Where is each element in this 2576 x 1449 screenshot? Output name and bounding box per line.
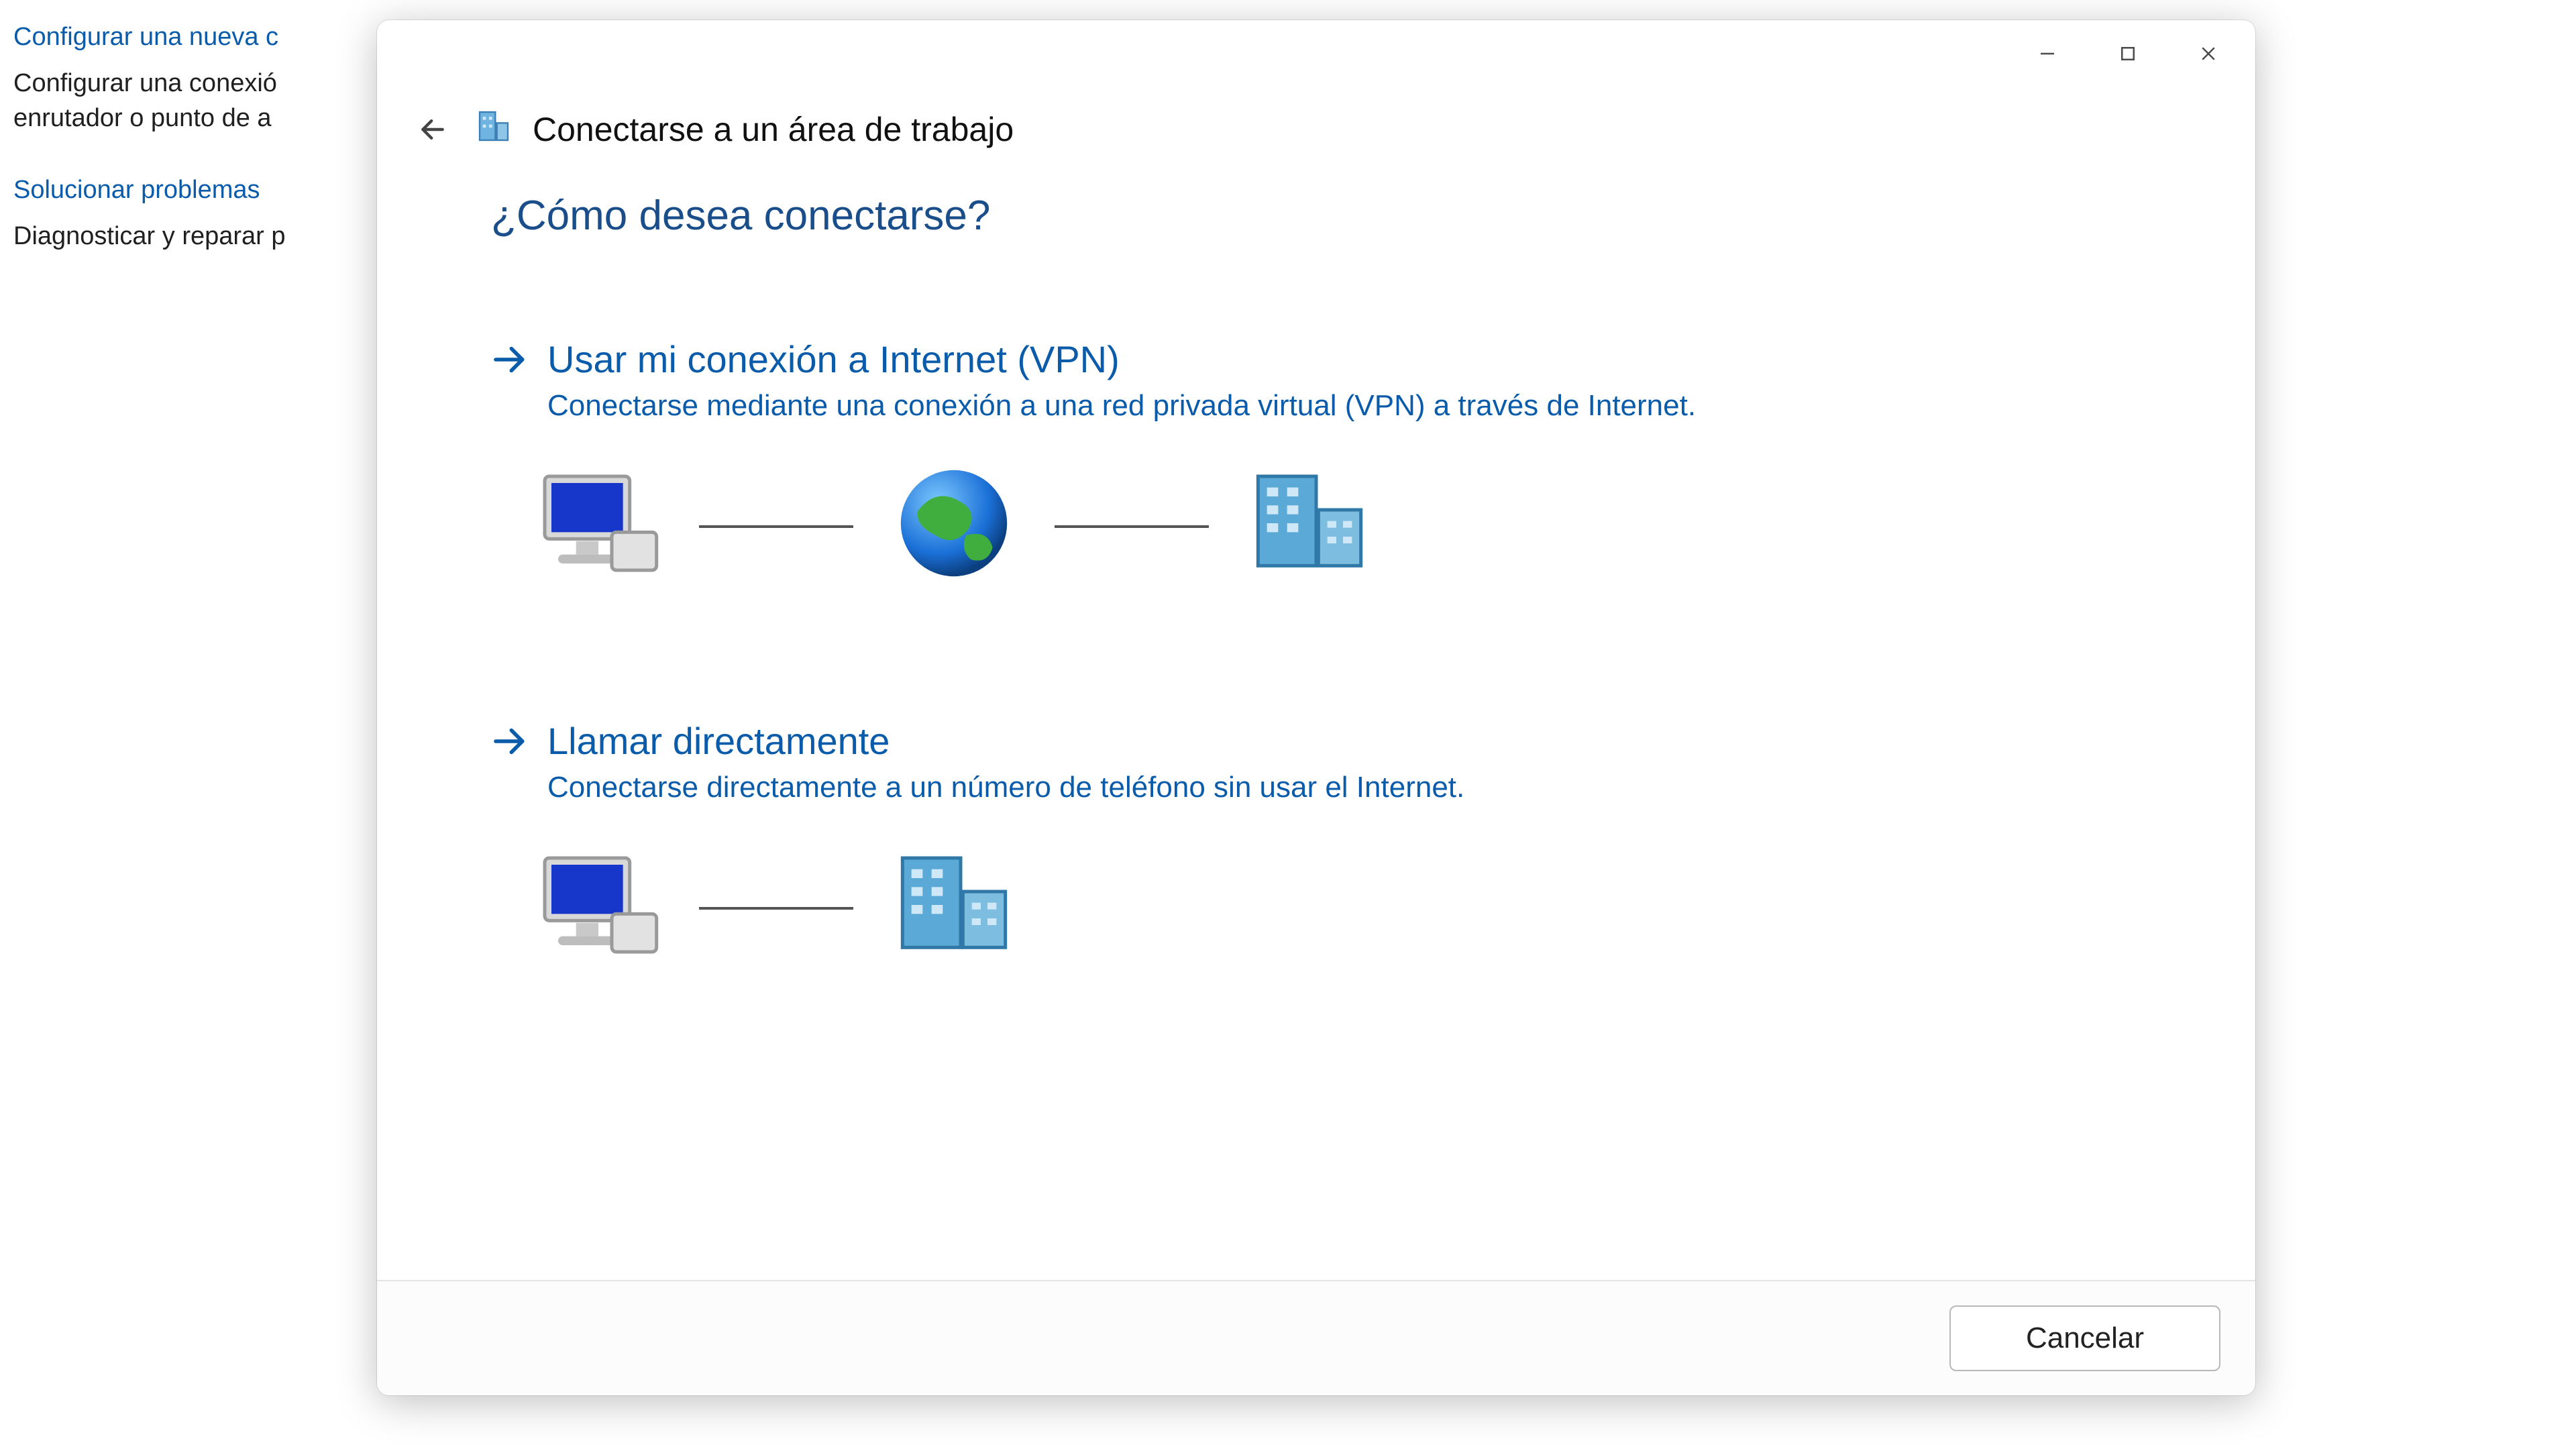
option-vpn[interactable]: Usar mi conexión a Internet (VPN) Conect… <box>491 333 2141 688</box>
option-vpn-desc: Conectarse mediante una conexión a una r… <box>491 389 2141 423</box>
arrow-right-icon <box>491 722 529 760</box>
cancel-button[interactable]: Cancelar <box>1949 1305 2220 1371</box>
dialog-footer: Cancelar <box>377 1280 2255 1395</box>
workplace-icon <box>475 107 513 152</box>
titlebar <box>377 20 2255 87</box>
arrow-right-icon <box>491 341 529 378</box>
connector-line <box>1055 525 1209 528</box>
wizard-dialog: Conectarse a un área de trabajo ¿Cómo de… <box>377 20 2255 1395</box>
minimize-button[interactable] <box>2007 27 2088 80</box>
connector-line <box>699 525 853 528</box>
close-button[interactable] <box>2168 27 2249 80</box>
dialog-question: ¿Cómo desea conectarse? <box>491 192 2141 239</box>
dial-diagram <box>491 804 2141 1066</box>
option-dial[interactable]: Llamar directamente Conectarse directame… <box>491 715 2141 1070</box>
option-dial-title: Llamar directamente <box>547 719 890 763</box>
maximize-button[interactable] <box>2088 27 2168 80</box>
option-dial-desc: Conectarse directamente a un número de t… <box>491 771 2141 804</box>
computer-icon <box>531 463 665 590</box>
dialog-header: Conectarse a un área de trabajo <box>377 87 2255 192</box>
back-button[interactable] <box>411 107 455 152</box>
connector-line <box>699 907 853 910</box>
dialog-content: ¿Cómo desea conectarse? Usar mi conexión… <box>377 192 2255 1280</box>
server-icon <box>1242 463 1377 590</box>
computer-icon <box>531 845 665 972</box>
dialog-title: Conectarse a un área de trabajo <box>533 110 1014 149</box>
server-icon <box>887 845 1021 972</box>
globe-icon <box>887 463 1021 590</box>
vpn-diagram <box>491 423 2141 684</box>
option-vpn-title: Usar mi conexión a Internet (VPN) <box>547 337 1120 381</box>
